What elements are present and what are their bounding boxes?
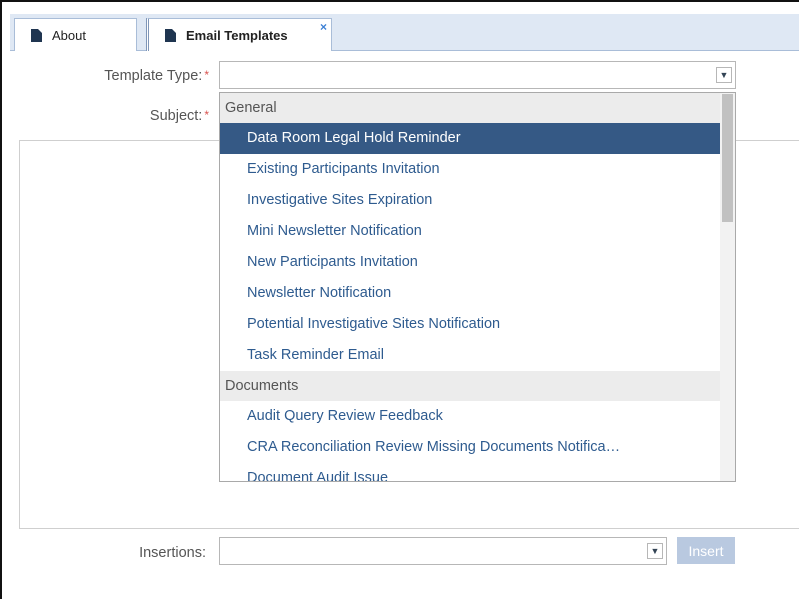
dropdown-option[interactable]: Potential Investigative Sites Notificati… [220, 309, 720, 340]
chevron-down-icon[interactable]: ▼ [647, 543, 663, 559]
document-icon [31, 28, 42, 42]
close-icon[interactable]: × [320, 20, 327, 34]
document-icon [165, 28, 176, 42]
dropdown-option[interactable]: Existing Participants Invitation [220, 154, 720, 185]
tab-bar: About Email Templates × [10, 14, 799, 51]
tab-label: About [52, 27, 86, 43]
dropdown-option[interactable]: Audit Query Review Feedback [220, 401, 720, 432]
template-type-label: Template Type: * [104, 68, 209, 84]
tab-label: Email Templates [186, 27, 288, 43]
required-marker: * [204, 108, 209, 122]
tab-about[interactable]: About [14, 18, 137, 51]
option-group-header: General [220, 93, 720, 123]
dropdown-option[interactable]: Mini Newsletter Notification [220, 216, 720, 247]
template-type-select[interactable]: ▼ [219, 61, 736, 89]
insertions-label: Insertions: [139, 545, 206, 561]
dropdown-option[interactable]: New Participants Invitation [220, 247, 720, 278]
dropdown-option[interactable]: Document Audit Issue [220, 463, 720, 481]
dropdown-option[interactable]: Task Reminder Email [220, 340, 720, 371]
scrollbar-thumb[interactable] [722, 94, 733, 222]
dropdown-list: General Data Room Legal Hold Reminder Exis… [220, 93, 720, 481]
insertions-select[interactable]: ▼ [219, 537, 667, 565]
insert-button[interactable]: Insert [677, 537, 735, 564]
tab-email-templates[interactable]: Email Templates × [146, 18, 332, 51]
required-marker: * [204, 68, 209, 82]
dropdown-scrollbar[interactable] [720, 93, 735, 481]
subject-label: Subject: * [149, 108, 209, 124]
option-group-header: Documents [220, 371, 720, 401]
dropdown-option[interactable]: Data Room Legal Hold Reminder [220, 123, 720, 154]
dropdown-option[interactable]: Newsletter Notification [220, 278, 720, 309]
chevron-down-icon[interactable]: ▼ [716, 67, 732, 83]
dropdown-option[interactable]: CRA Reconciliation Review Missing Docume… [220, 432, 720, 463]
dropdown-option[interactable]: Investigative Sites Expiration [220, 185, 720, 216]
template-type-dropdown: General Data Room Legal Hold Reminder Exis… [219, 92, 736, 482]
